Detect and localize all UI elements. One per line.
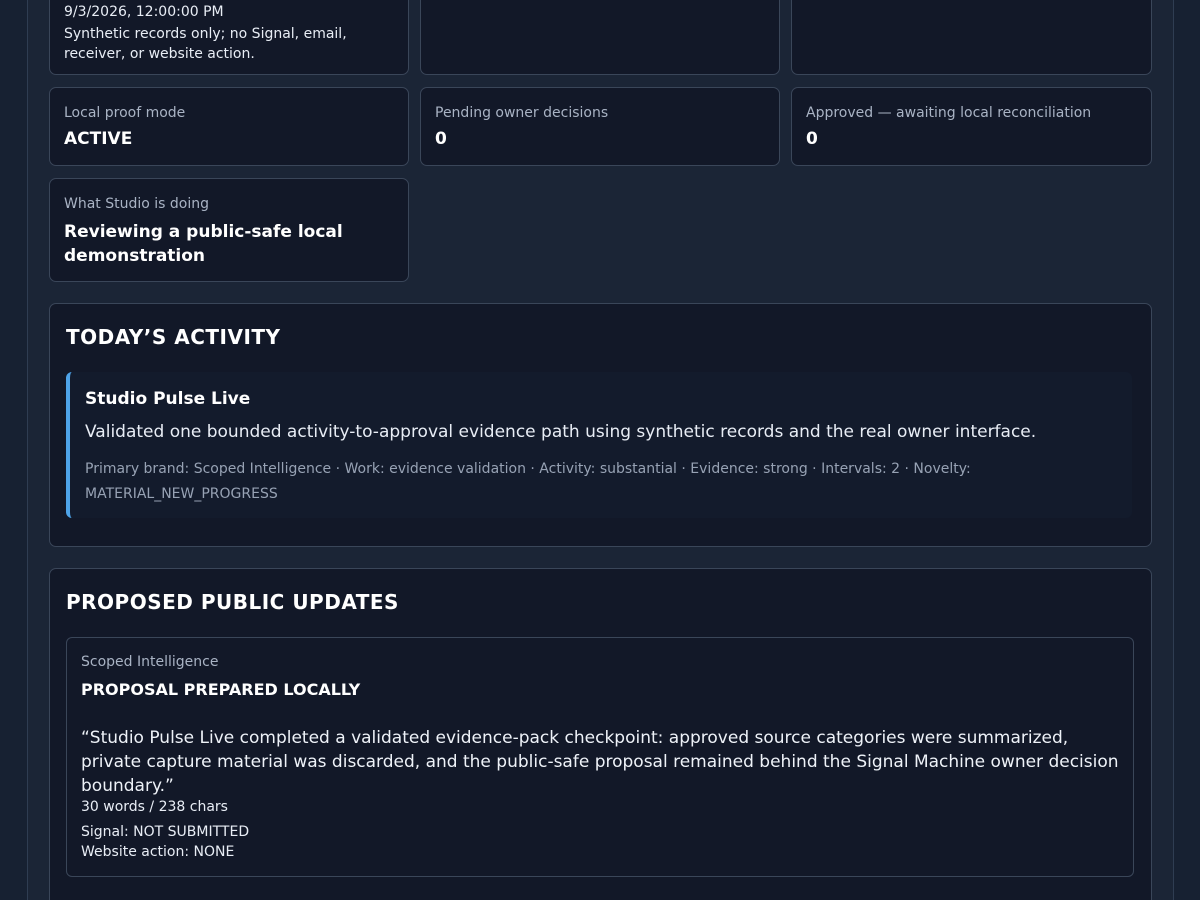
- timestamp-text: 9/3/2026, 12:00:00 PM: [64, 4, 224, 20]
- approved-awaiting-card: Approved — awaiting local reconciliation…: [791, 87, 1152, 166]
- timestamp-card: 9/3/2026, 12:00:00 PM Synthetic records …: [49, 0, 409, 75]
- synthetic-note: Synthetic records only; no Signal, email…: [64, 26, 347, 62]
- activity-item[interactable]: Studio Pulse Live Validated one bounded …: [66, 372, 1132, 518]
- stat-label: Local proof mode: [64, 105, 186, 121]
- proposal-website-action: Website action: NONE: [81, 844, 235, 860]
- pending-decisions-card: Pending owner decisions 0: [420, 87, 780, 166]
- activity-title: Studio Pulse Live: [85, 389, 251, 409]
- todays-activity-section: TODAY’S ACTIVITY Studio Pulse Live Valid…: [49, 303, 1152, 547]
- stat-label: Approved — awaiting local reconciliation: [806, 105, 1092, 121]
- top-card-right: [791, 0, 1152, 75]
- activity-description: Validated one bounded activity-to-approv…: [85, 422, 1037, 442]
- proposal-signal-status: Signal: NOT SUBMITTED: [81, 824, 250, 840]
- proposal-quote: “Studio Pulse Live completed a validated…: [81, 728, 1119, 796]
- stat-value: 0: [806, 129, 818, 149]
- stat-value: Reviewing a public-safe local demonstrat…: [64, 222, 343, 266]
- proposal-card[interactable]: Scoped Intelligence PROPOSAL PREPARED LO…: [66, 637, 1134, 877]
- stat-label: What Studio is doing: [64, 196, 210, 212]
- stat-value: ACTIVE: [64, 129, 133, 149]
- top-card-middle: [420, 0, 780, 75]
- proposal-brand: Scoped Intelligence: [81, 654, 219, 670]
- section-title: TODAY’S ACTIVITY: [66, 325, 281, 349]
- stat-value: 0: [435, 129, 447, 149]
- activity-meta: Primary brand: Scoped Intelligence · Wor…: [85, 461, 971, 502]
- proposal-status: PROPOSAL PREPARED LOCALLY: [81, 680, 361, 699]
- section-title: PROPOSED PUBLIC UPDATES: [66, 590, 399, 614]
- stat-label: Pending owner decisions: [435, 105, 609, 121]
- local-proof-mode-card: Local proof mode ACTIVE: [49, 87, 409, 166]
- proposed-updates-section: PROPOSED PUBLIC UPDATES Scoped Intellige…: [49, 568, 1152, 900]
- proposal-word-count: 30 words / 238 chars: [81, 799, 228, 815]
- studio-doing-card: What Studio is doing Reviewing a public-…: [49, 178, 409, 282]
